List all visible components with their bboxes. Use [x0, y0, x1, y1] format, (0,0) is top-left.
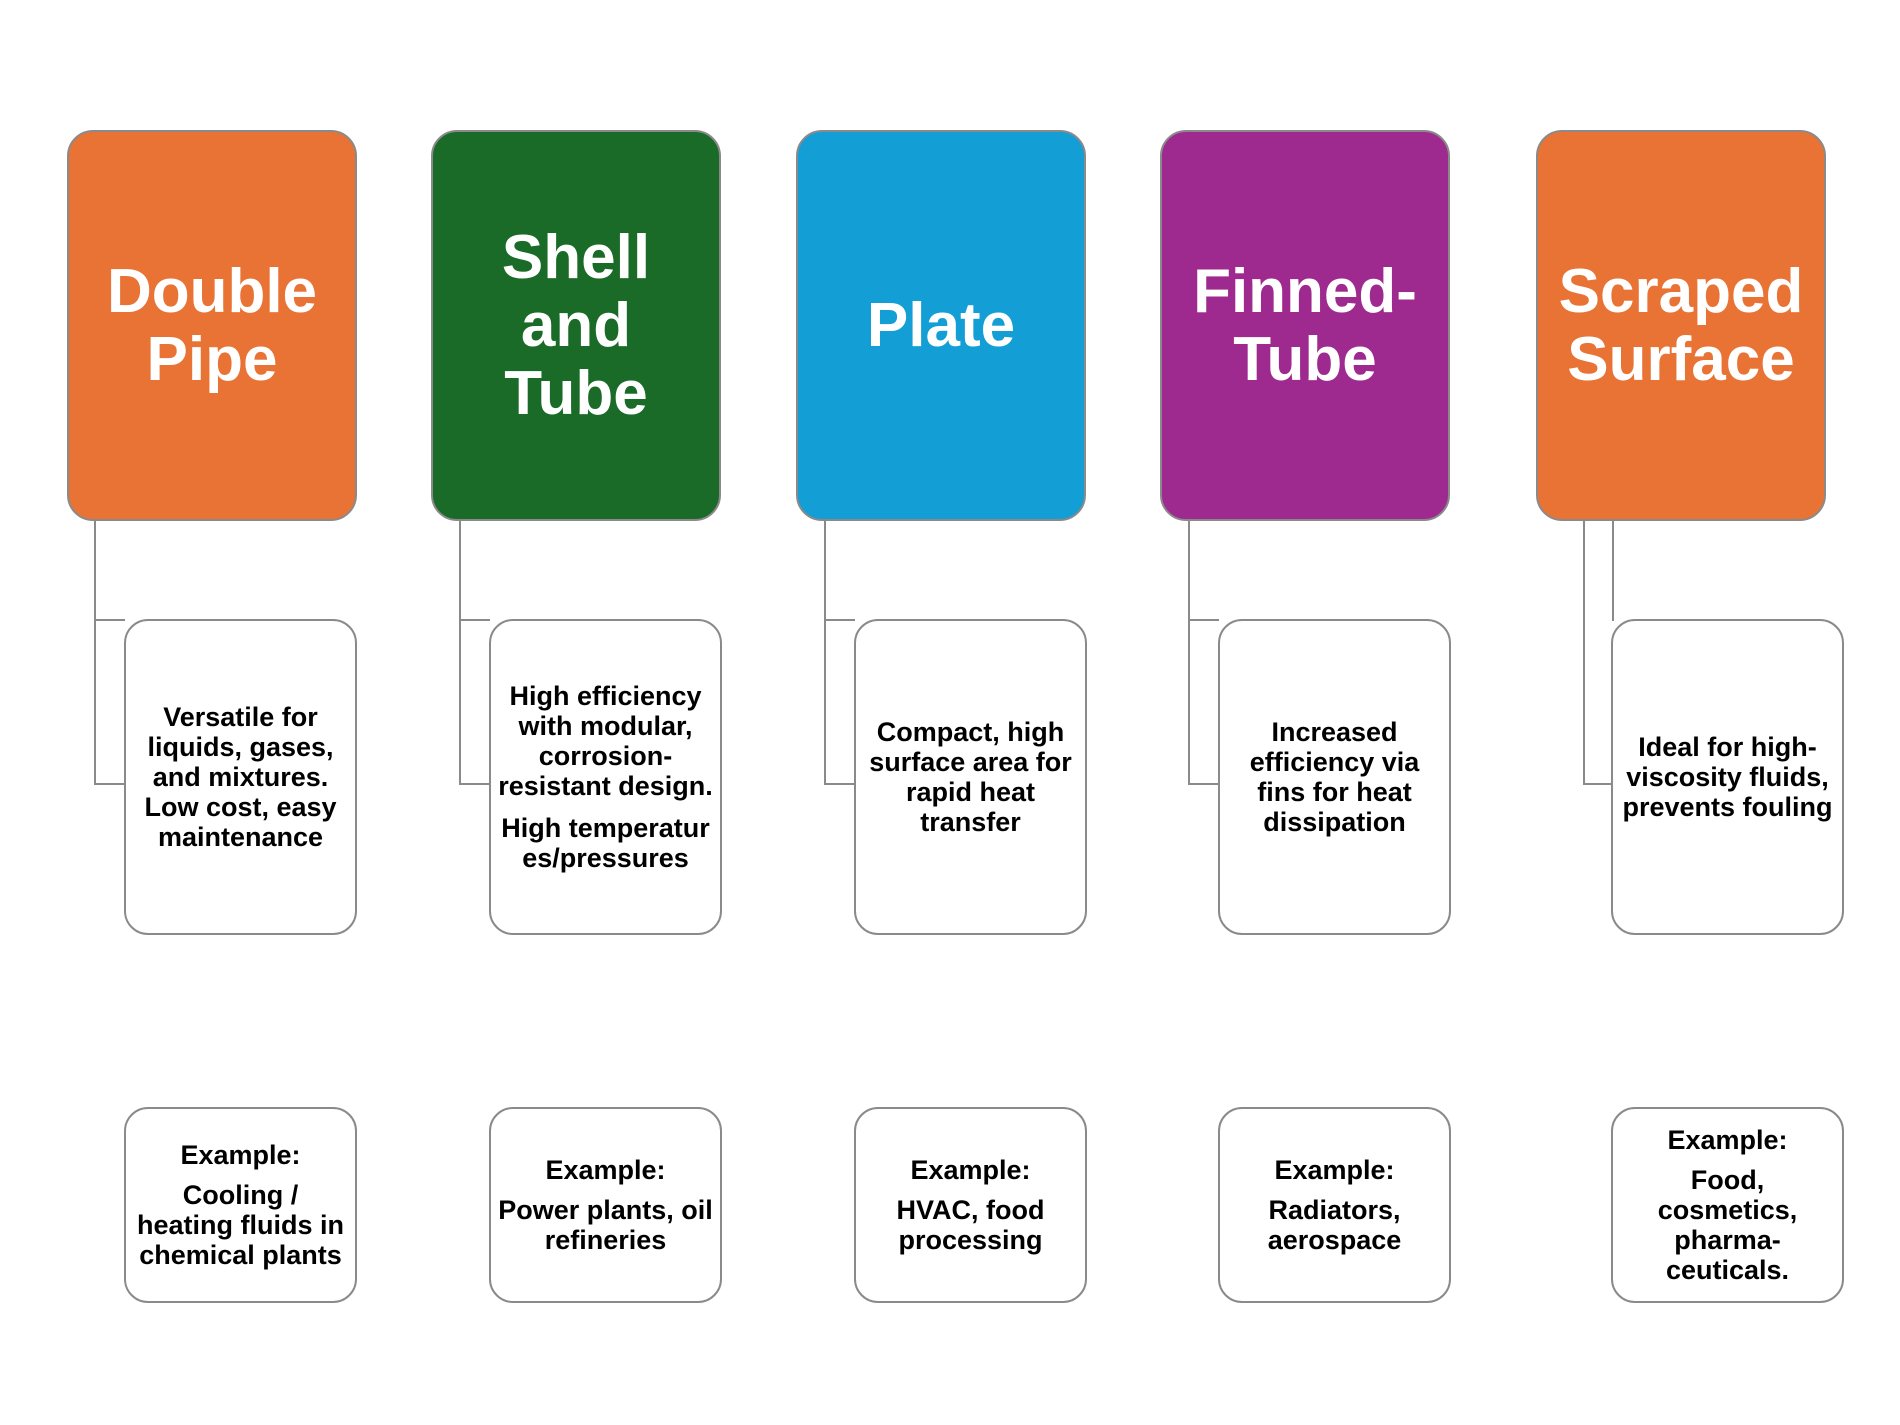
connector-line — [459, 521, 461, 785]
description-text: Ideal for high-viscosity fluids, prevent… — [1622, 732, 1833, 822]
header-title: Double Pipe — [106, 256, 318, 394]
connector-line — [94, 521, 96, 785]
header-double-pipe: Double Pipe — [67, 130, 357, 521]
description-text: High temperatures/pressures — [501, 813, 710, 873]
connector-line — [824, 619, 855, 621]
header-title: Scraped Surface — [1558, 256, 1804, 394]
header-title: Plate — [866, 290, 1016, 360]
header-plate: Plate — [796, 130, 1086, 521]
connector-line — [1612, 521, 1614, 621]
example-label: Example: — [910, 1155, 1031, 1185]
example-text: Radiators, aerospace — [1267, 1195, 1402, 1255]
connector-line — [1583, 783, 1612, 785]
example-box-double-pipe: Example: Cooling / heating fluids in che… — [124, 1107, 357, 1303]
example-text: Cooling / heating fluids in chemical pla… — [137, 1180, 344, 1270]
description-box-scraped-surface: Ideal for high-viscosity fluids, prevent… — [1611, 619, 1844, 935]
example-label: Example: — [1667, 1125, 1788, 1155]
example-box-scraped-surface: Example: Food, cosmetics, pharma-ceutica… — [1611, 1107, 1844, 1303]
connector-line — [94, 619, 125, 621]
connector-line — [1188, 619, 1219, 621]
description-box-double-pipe: Versatile for liquids, gases, and mixtur… — [124, 619, 357, 935]
header-scraped-surface: Scraped Surface — [1536, 130, 1826, 521]
connector-line — [1188, 521, 1190, 785]
connector-line — [94, 783, 125, 785]
connector-line — [459, 783, 490, 785]
header-title: Finned-Tube — [1193, 256, 1417, 394]
connector-line — [459, 619, 490, 621]
connector-line — [1188, 783, 1219, 785]
description-text: Increased efficiency via fins for heat d… — [1249, 717, 1420, 837]
connector-line — [824, 521, 826, 785]
header-title: Shell and Tube — [501, 222, 651, 428]
example-label: Example: — [1274, 1155, 1395, 1185]
example-box-plate: Example: HVAC, food processing — [854, 1107, 1087, 1303]
example-box-finned-tube: Example: Radiators, aerospace — [1218, 1107, 1451, 1303]
header-finned-tube: Finned-Tube — [1160, 130, 1450, 521]
connector-line — [824, 783, 855, 785]
example-box-shell-and-tube: Example: Power plants, oil refineries — [489, 1107, 722, 1303]
header-shell-and-tube: Shell and Tube — [431, 130, 721, 521]
description-text: High efficiency with modular, corrosion-… — [498, 681, 713, 801]
example-label: Example: — [180, 1140, 301, 1170]
description-text: Compact, high surface area for rapid hea… — [869, 717, 1072, 837]
description-text: Versatile for liquids, gases, and mixtur… — [144, 702, 337, 852]
description-box-plate: Compact, high surface area for rapid hea… — [854, 619, 1087, 935]
example-label: Example: — [545, 1155, 666, 1185]
example-text: Power plants, oil refineries — [498, 1195, 713, 1255]
description-box-shell-and-tube: High efficiency with modular, corrosion-… — [489, 619, 722, 935]
description-box-finned-tube: Increased efficiency via fins for heat d… — [1218, 619, 1451, 935]
example-text: HVAC, food processing — [896, 1195, 1045, 1255]
example-text: Food, cosmetics, pharma-ceuticals. — [1657, 1165, 1798, 1285]
connector-line — [1583, 521, 1585, 785]
